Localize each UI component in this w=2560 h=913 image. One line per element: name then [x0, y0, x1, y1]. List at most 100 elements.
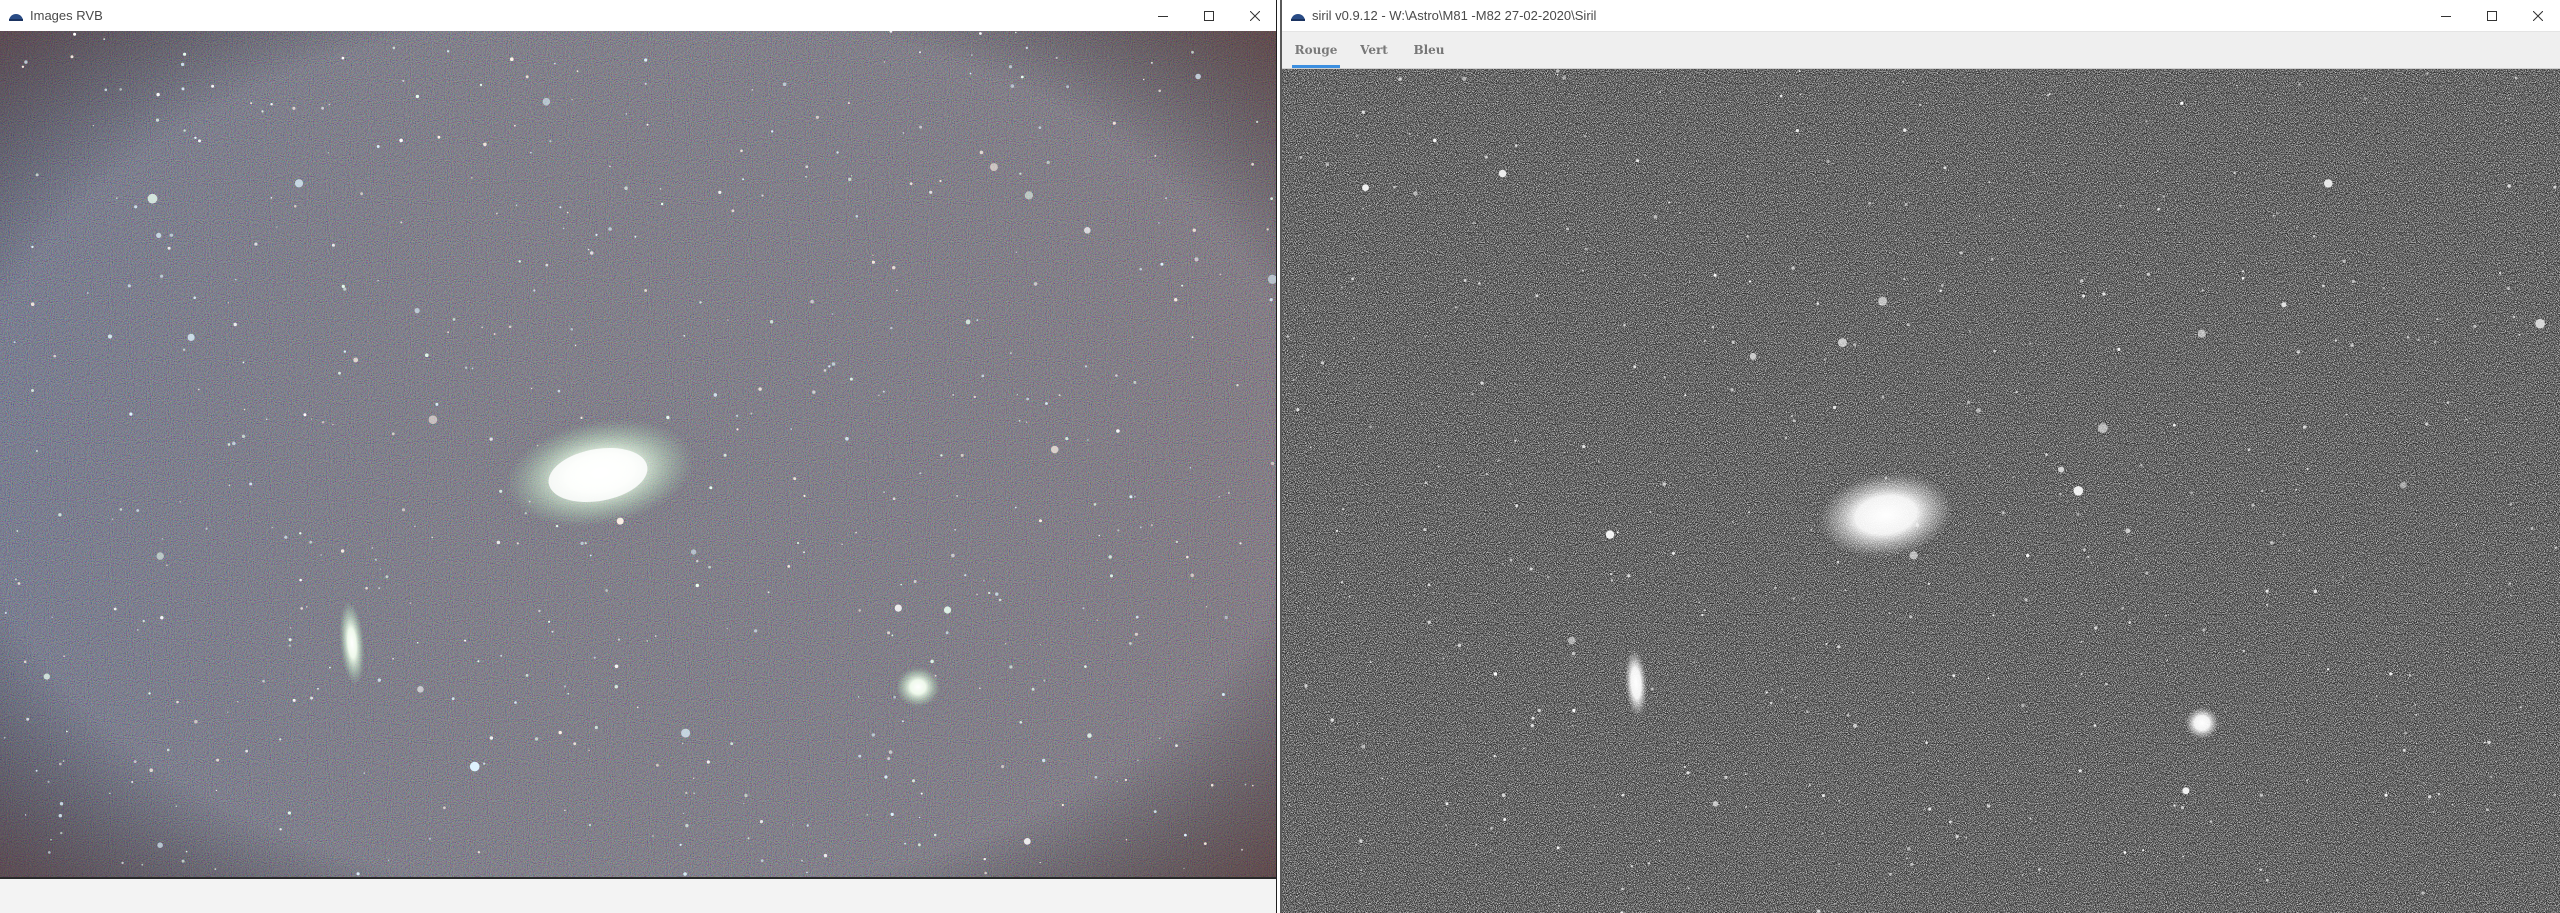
star [1205, 606, 1208, 608]
star [1393, 185, 1396, 189]
star [111, 518, 114, 521]
minimize-button[interactable] [1140, 0, 1186, 31]
tab-rouge[interactable]: Rouge [1286, 32, 1346, 68]
close-button[interactable] [1232, 0, 1276, 31]
star [1336, 529, 1338, 532]
star [198, 139, 201, 143]
star [943, 606, 952, 614]
star [2446, 401, 2450, 405]
star [1810, 528, 1813, 531]
star [156, 552, 164, 560]
rgb-image-view[interactable] [0, 31, 1276, 877]
star [2375, 695, 2378, 698]
star [376, 145, 380, 148]
star [2326, 668, 2330, 671]
star [2508, 582, 2512, 585]
star [530, 387, 533, 390]
tab-bleu[interactable]: Bleu [1402, 32, 1456, 68]
star [452, 318, 456, 321]
star [363, 772, 366, 774]
star [1724, 808, 1726, 811]
star [1906, 857, 1909, 860]
star [1165, 197, 1167, 200]
star [321, 106, 324, 110]
star [241, 434, 246, 438]
title-bar[interactable]: Images RVB [0, 0, 1276, 32]
star [2307, 654, 2310, 657]
window-title: siril v0.9.12 - W:\Astro\M81 -M82 27-02-… [1312, 8, 1597, 23]
star [1194, 257, 1199, 262]
star [309, 540, 313, 544]
star [2080, 279, 2084, 283]
star [589, 251, 594, 255]
star [194, 719, 198, 724]
star [360, 192, 363, 196]
minimize-icon [1158, 15, 1168, 17]
star [1792, 419, 1796, 423]
star [417, 686, 424, 693]
star [1904, 202, 1908, 206]
star [1698, 601, 1700, 603]
minimize-button[interactable] [2423, 0, 2469, 31]
star [1392, 432, 1394, 434]
star [553, 62, 556, 65]
star [559, 206, 562, 209]
star [377, 678, 381, 682]
star [193, 296, 196, 300]
star [1362, 207, 1364, 210]
star [228, 484, 231, 487]
star [566, 211, 569, 214]
star [392, 657, 394, 660]
star [1340, 286, 1343, 289]
star [1252, 784, 1254, 787]
maximize-button[interactable] [2469, 0, 2515, 31]
title-bar[interactable]: siril v0.9.12 - W:\Astro\M81 -M82 27-02-… [1282, 0, 2560, 32]
star [1375, 513, 1377, 515]
star [1490, 849, 1492, 851]
star [1838, 799, 1840, 802]
maximize-button[interactable] [1186, 0, 1232, 31]
star [956, 495, 959, 497]
star [1160, 262, 1164, 266]
star [166, 564, 168, 566]
star [2324, 179, 2333, 188]
star [1949, 820, 1952, 824]
star [133, 760, 137, 764]
star [2021, 873, 2024, 876]
star [894, 604, 902, 612]
star [682, 812, 685, 815]
star [1683, 765, 1687, 769]
star [310, 696, 314, 700]
star [2145, 120, 2148, 123]
star [47, 780, 50, 783]
star [446, 50, 450, 53]
star [499, 489, 503, 493]
star [805, 165, 809, 169]
star [858, 754, 862, 758]
star [149, 768, 153, 772]
star [70, 55, 74, 59]
star [1925, 741, 1928, 744]
tab-vert[interactable]: Vert [1348, 32, 1400, 68]
star [2455, 523, 2457, 526]
star [1960, 656, 1962, 658]
star [2058, 466, 2065, 473]
star [2136, 906, 2138, 909]
star [1746, 235, 1749, 238]
star [758, 387, 762, 391]
star [884, 775, 888, 779]
star [2043, 355, 2045, 357]
star [930, 659, 934, 664]
star [245, 749, 249, 753]
star [2408, 674, 2412, 677]
star [1808, 783, 1811, 787]
star [1020, 75, 1024, 79]
star [183, 52, 187, 56]
close-button[interactable] [2515, 0, 2560, 31]
star [294, 179, 304, 188]
star [634, 235, 637, 238]
star [1669, 873, 1672, 876]
star [2173, 804, 2176, 807]
star [1790, 415, 1793, 418]
red-channel-image-view[interactable] [1282, 69, 2560, 913]
